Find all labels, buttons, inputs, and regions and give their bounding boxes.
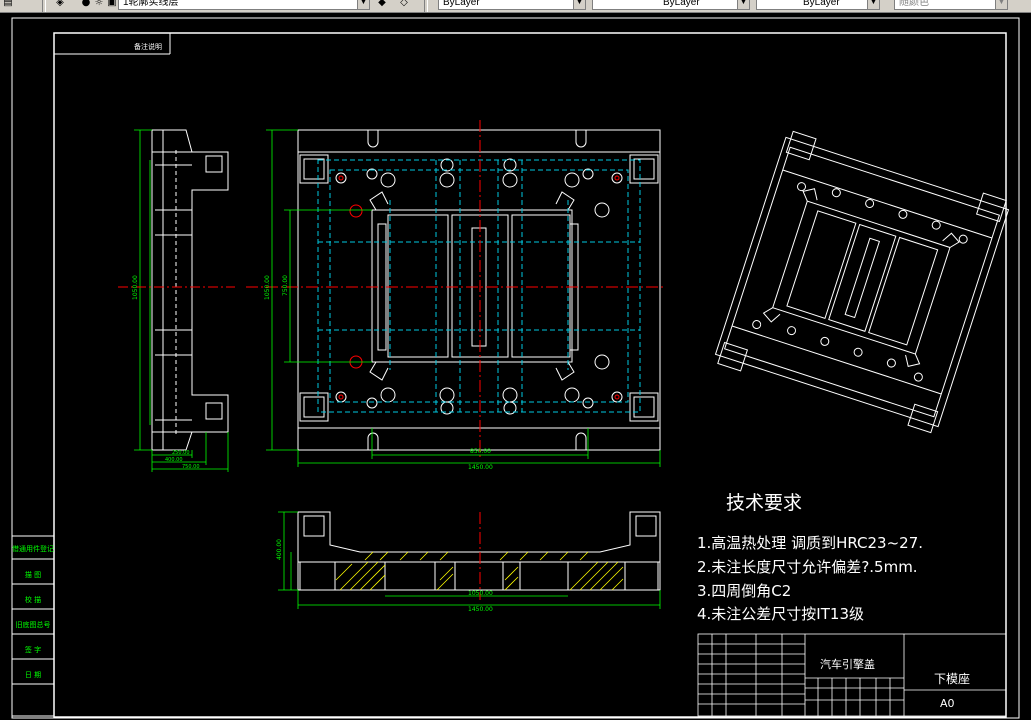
part-name: 下模座 [934,672,971,686]
side-label: 描 图 [24,571,42,579]
layer-dropdown[interactable]: 1轮廓实线层 ▼ [118,0,370,10]
tech-requirement-item: 4.未注公差尺寸按IT13级 [697,605,864,623]
color-dropdown[interactable]: ByLayer ▼ [438,0,586,10]
tech-requirement-item: 3.四周倒角C2 [697,582,792,600]
chevron-down-icon[interactable]: ▼ [573,0,585,9]
lock-icon[interactable]: ▣ [106,0,118,9]
tech-requirement-item: 1.高温热处理 调质到HRC23~27. [697,534,924,552]
layers-icon[interactable]: ◈ [54,0,66,9]
top-view-dims [266,129,661,467]
side-label: 校 描 [24,596,42,604]
top-height-label: 1050.00 [264,275,271,300]
isometric-view [714,130,1010,434]
side-label: 日 期 [24,671,42,679]
top-width-label: 1450.00 [468,464,493,471]
lineweight-dropdown[interactable]: ByLayer ▼ [756,0,880,10]
layer-previous-icon[interactable]: ◇ [398,0,410,9]
side-label: 借通用件登记 [12,545,54,553]
linetype-dropdown-value: ByLayer [663,0,700,8]
top-inner-width-label: 850.00 [470,448,491,455]
side-view [151,129,229,451]
color-dropdown-value: ByLayer [443,0,480,8]
linetype-dropdown[interactable]: ByLayer ▼ [592,0,750,10]
side-width-label-1: 250.00 [172,450,190,456]
front-view-outline [297,511,661,591]
layer-dropdown-value: 1轮廓实线层 [123,0,179,8]
side-label: 签 字 [24,646,42,654]
front-inner-label: 1050.00 [468,590,493,597]
side-label: 旧底图总号 [15,621,51,629]
top-view-hidden [317,159,641,413]
chevron-down-icon[interactable]: ▼ [357,0,369,9]
top-inner-height-label: 750.00 [282,275,289,296]
chevron-down-icon[interactable]: ▼ [995,0,1007,9]
lineweight-dropdown-value: ByLayer [803,0,840,8]
project-name: 汽车引擎盖 [820,658,875,671]
chevron-down-icon[interactable]: ▼ [737,0,749,9]
plotstyle-dropdown[interactable]: 随颜色 ▼ [894,0,1008,10]
side-width-label-2: 400.00 [165,457,183,463]
toolbar: ▤ ◈ ● ☼ ▣ 1轮廓实线层 ▼ ◆ ◇ ByLayer ▼ ByLayer… [0,0,1031,13]
make-current-icon[interactable]: ◆ [376,0,388,9]
sun-icon[interactable]: ☼ [93,0,105,9]
side-height-label: 1050.00 [132,275,139,300]
chevron-down-icon[interactable]: ▼ [867,0,879,9]
layer-manager-icon[interactable]: ▤ [2,0,14,9]
tech-requirements-heading: 技术要求 [726,492,803,514]
drawing-canvas[interactable]: 备注说明 1050.00 250.00 400.00 750.00 1050.0… [0,13,1031,720]
top-view-centerlines [246,120,666,460]
front-height-label: 400.00 [276,539,283,560]
side-width-label-3: 750.00 [182,464,200,470]
front-width-label: 1450.00 [468,606,493,613]
small-title: 备注说明 [134,42,162,51]
plotstyle-dropdown-value: 随颜色 [899,0,929,8]
side-view-dims [134,129,229,472]
tech-requirement-item: 2.未注长度尺寸允许偏差?.5mm. [697,558,918,576]
sheet-size: A0 [940,697,955,710]
lightbulb-icon[interactable]: ● [80,0,92,9]
toolbar-separator [42,0,46,12]
toolbar-separator [424,0,428,12]
